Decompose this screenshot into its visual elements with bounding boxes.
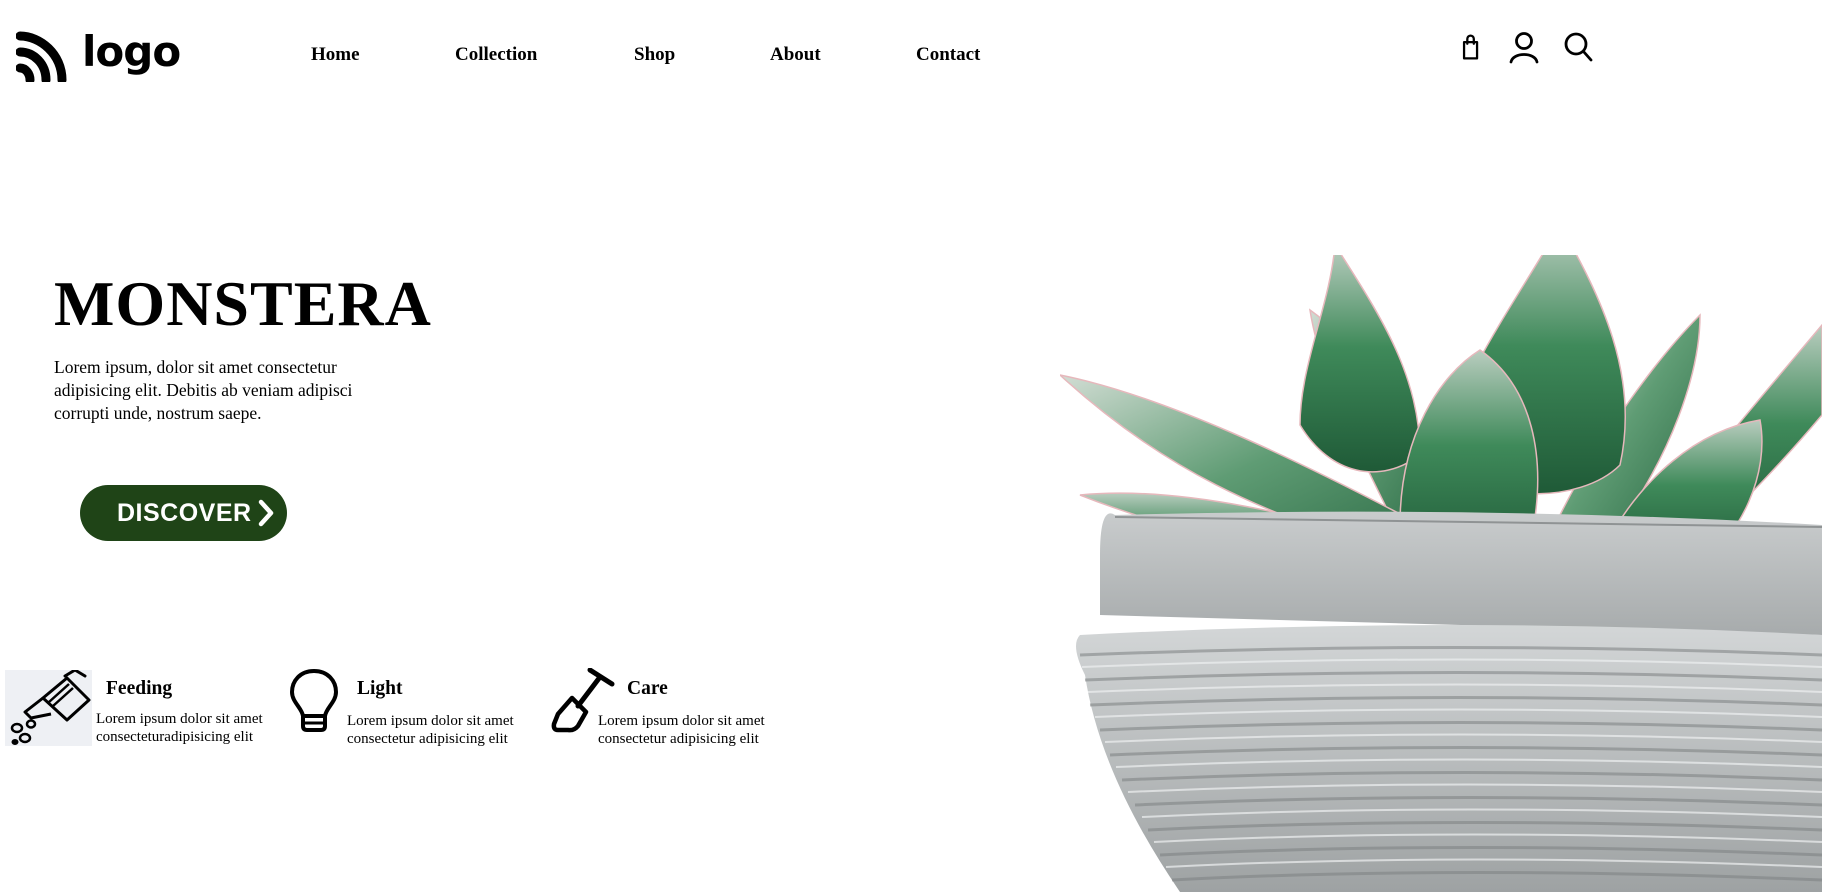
search-icon[interactable]: [1562, 30, 1594, 64]
nav-collection[interactable]: Collection: [455, 44, 537, 66]
discover-button[interactable]: DISCOVER: [80, 485, 287, 541]
shopping-bag-icon[interactable]: [1460, 30, 1486, 64]
succulent-pot-image: [1060, 255, 1822, 892]
chevron-right-icon: [258, 499, 273, 527]
nav-contact[interactable]: Contact: [916, 44, 980, 66]
feature-care: Care Lorem ipsum dolor sit amet consecte…: [545, 667, 805, 758]
landing-page: logo Home Collection Shop About Contact …: [0, 0, 1822, 892]
hero-description: Lorem ipsum, dolor sit amet consectetur …: [54, 357, 353, 423]
feature-text: Lorem ipsum dolor sit amet consectetur a…: [347, 713, 514, 747]
nav-home[interactable]: Home: [311, 44, 360, 66]
user-icon[interactable]: [1508, 30, 1540, 64]
feature-light: Light Lorem ipsum dolor sit amet consect…: [280, 668, 540, 758]
feature-text: Lorem ipsum dolor sit amet consecteturad…: [96, 711, 263, 745]
header-actions: [1460, 30, 1594, 64]
hero-title: MONSTERA: [54, 268, 432, 339]
watering-can-icon: [5, 668, 92, 746]
feature-title: Light: [357, 678, 403, 699]
feature-text: Lorem ipsum dolor sit amet consectetur a…: [598, 713, 765, 747]
lightbulb-icon: [288, 668, 340, 732]
feature-feeding: Feeding Lorem ipsum dolor sit amet conse…: [0, 668, 280, 758]
nav-shop[interactable]: Shop: [634, 44, 675, 66]
feature-title: Care: [627, 678, 668, 699]
nav-about[interactable]: About: [770, 44, 821, 66]
discover-button-label: DISCOVER: [117, 498, 252, 527]
feature-title: Feeding: [106, 678, 173, 699]
